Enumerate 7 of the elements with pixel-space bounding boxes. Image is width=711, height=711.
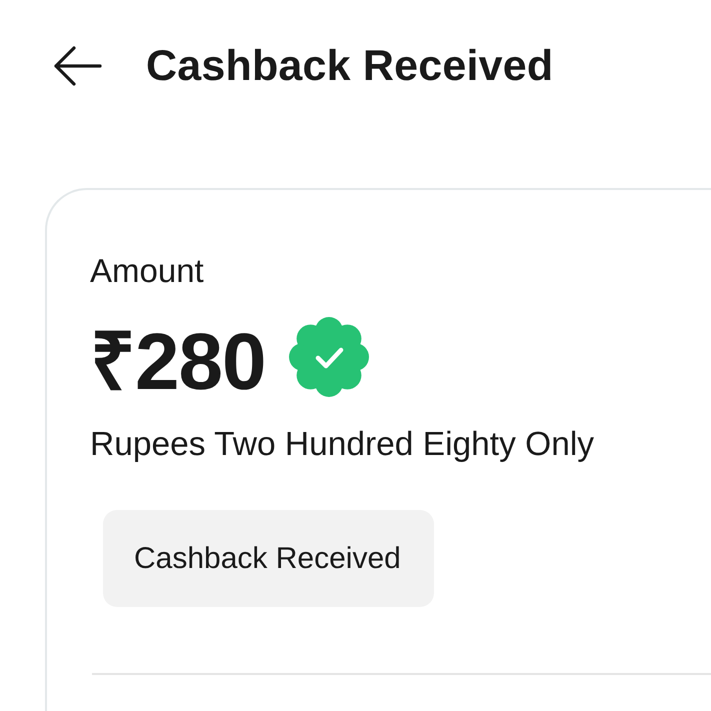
page-title: Cashback Received — [146, 42, 554, 90]
amount-value: ₹280 — [90, 316, 266, 408]
status-chip: Cashback Received — [103, 510, 434, 607]
amount-in-words: Rupees Two Hundred Eighty Only — [90, 426, 594, 464]
back-arrow-icon — [52, 46, 102, 86]
amount-label: Amount — [90, 252, 204, 290]
back-button[interactable] — [52, 46, 102, 86]
